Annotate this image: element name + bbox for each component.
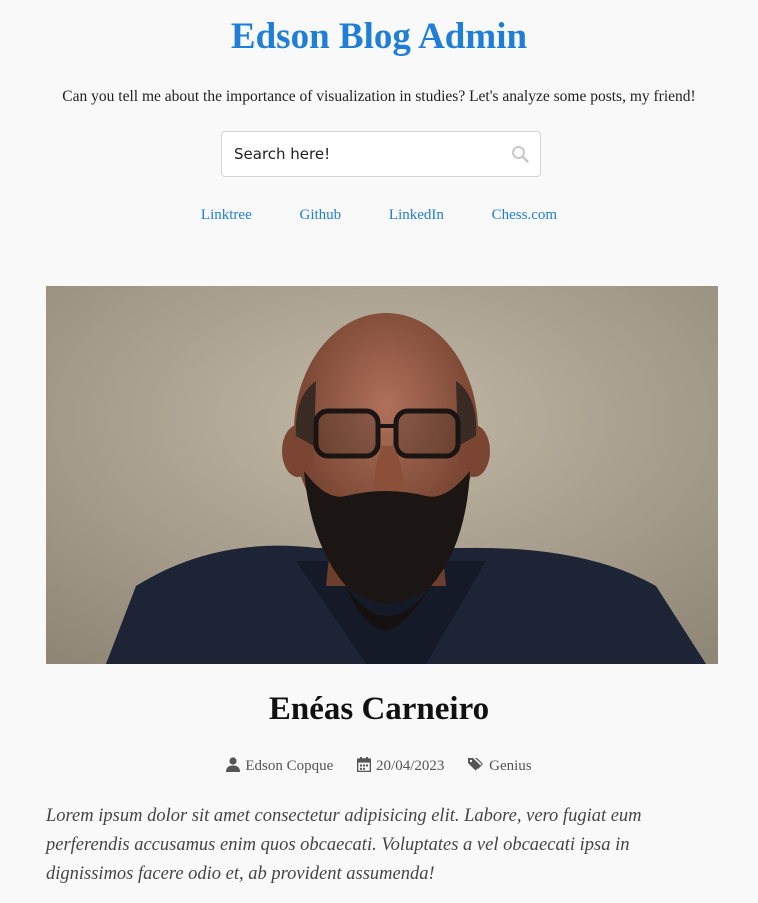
post-category[interactable]: Genius — [468, 755, 532, 777]
social-links: Linktree Github LinkedIn Chess.com — [0, 204, 758, 226]
link-linktree[interactable]: Linktree — [201, 207, 252, 223]
site-title[interactable]: Edson Blog Admin — [0, 12, 758, 62]
post-featured-image[interactable] — [46, 286, 718, 664]
post-date: 20/04/2023 — [356, 755, 445, 777]
site-tagline: Can you tell me about the importance of … — [62, 88, 696, 105]
link-linkedin[interactable]: LinkedIn — [389, 207, 444, 223]
search-box — [221, 131, 541, 177]
portrait-photo — [46, 286, 718, 664]
link-github[interactable]: Github — [299, 207, 341, 223]
user-icon — [226, 757, 241, 772]
post-date-value: 20/04/2023 — [376, 758, 445, 774]
post-title[interactable]: Enéas Carneiro — [0, 686, 758, 732]
search-icon[interactable] — [511, 145, 529, 163]
link-chess[interactable]: Chess.com — [492, 207, 557, 223]
post-excerpt: Lorem ipsum dolor sit amet consectetur a… — [46, 806, 642, 884]
search-input[interactable] — [234, 132, 494, 176]
tags-icon — [468, 758, 484, 771]
post-author-name: Edson Copque — [245, 758, 334, 774]
post-meta: Edson Copque 20/04/2023 Genius — [0, 755, 758, 777]
post-author[interactable]: Edson Copque — [226, 755, 333, 777]
post-category-name: Genius — [489, 758, 532, 774]
calendar-icon — [356, 757, 372, 773]
